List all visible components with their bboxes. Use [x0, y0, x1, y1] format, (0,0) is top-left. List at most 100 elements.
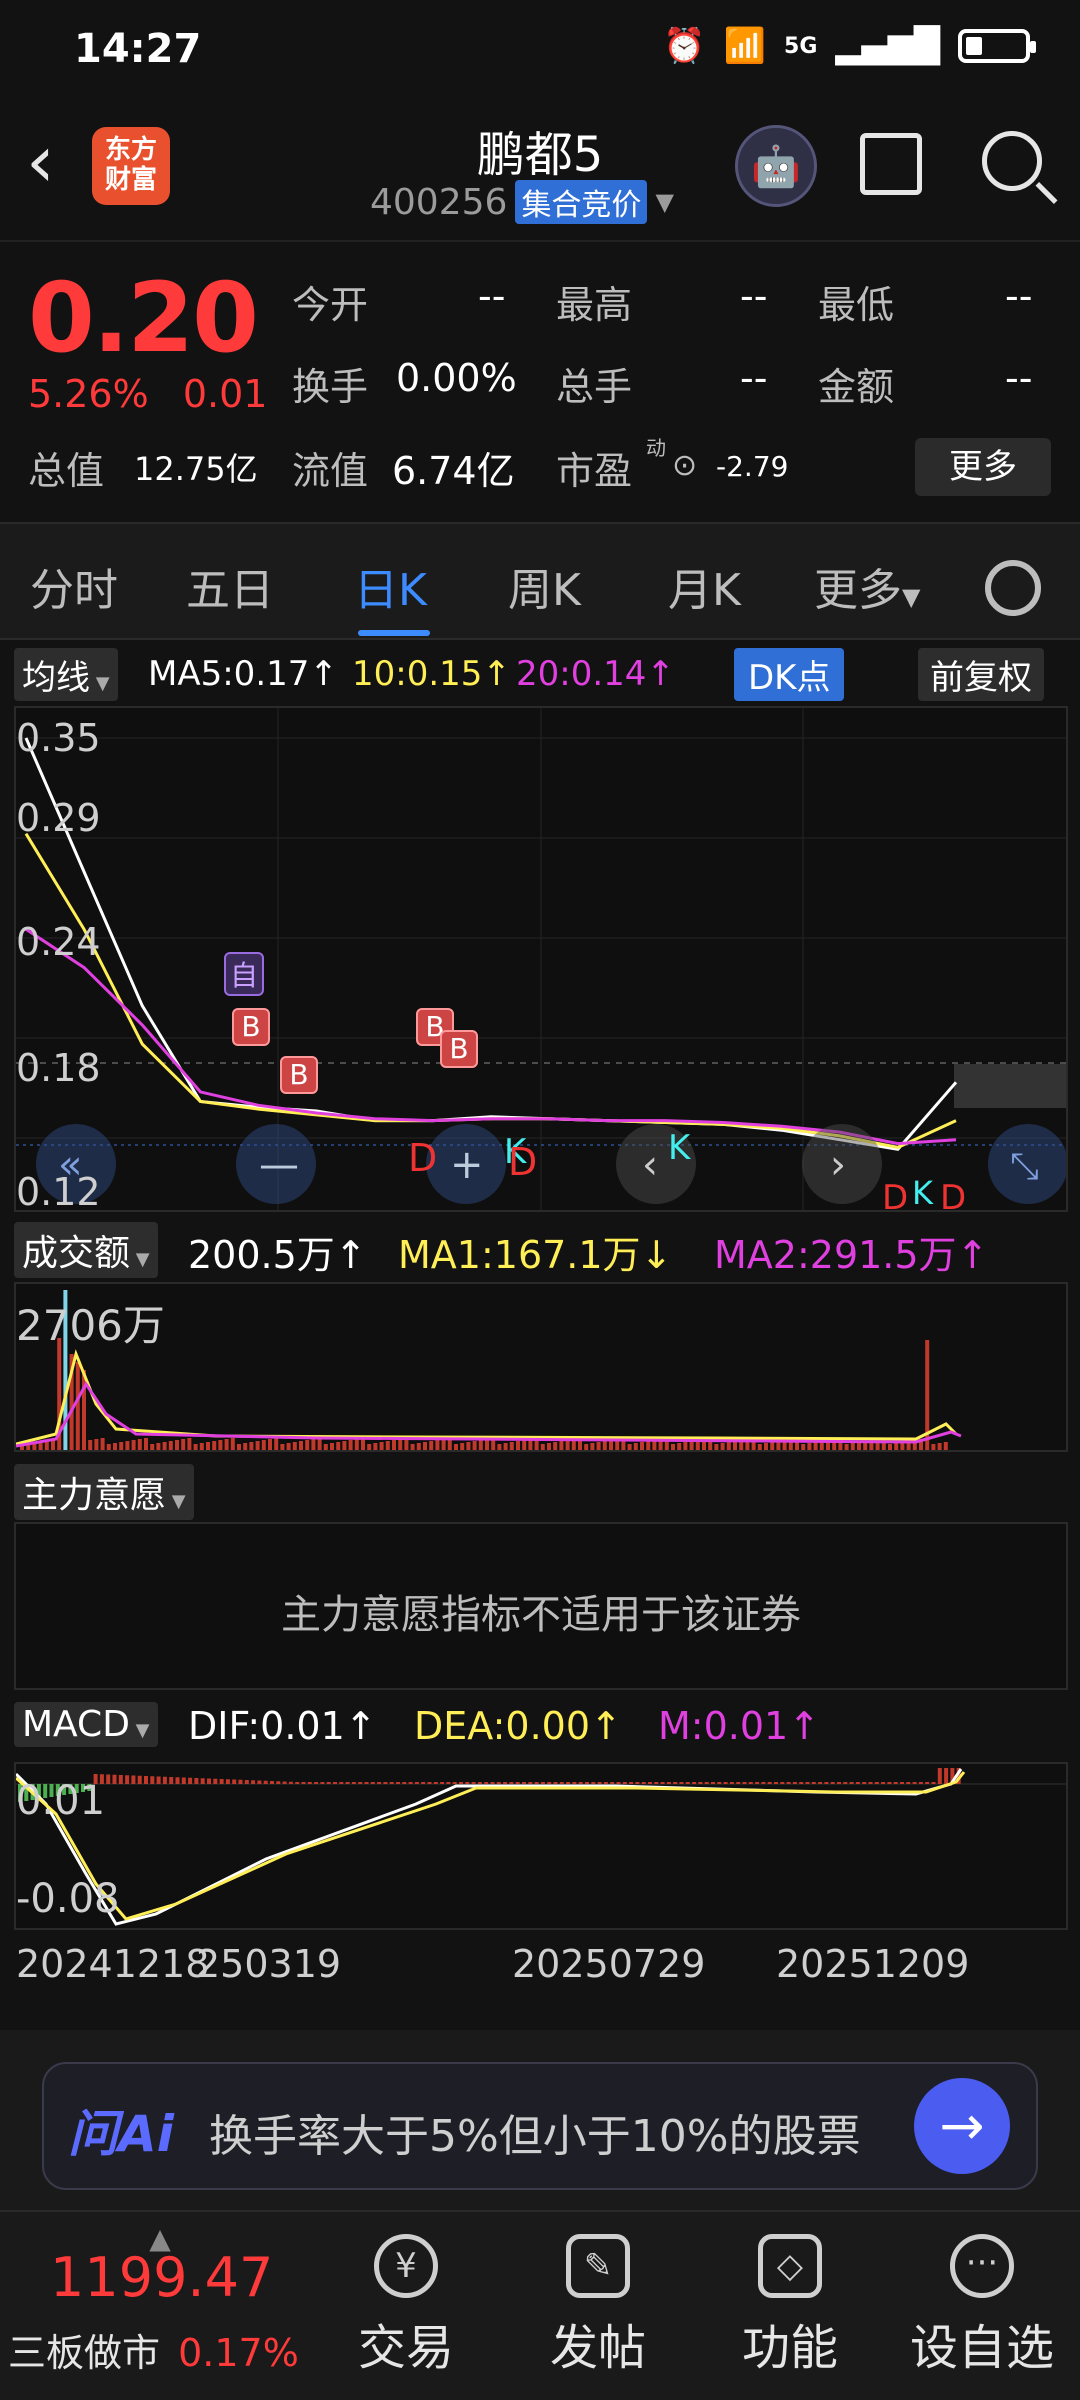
macd-bar	[874, 1782, 879, 1784]
search-icon[interactable]	[982, 131, 1042, 191]
volume-bar	[671, 1444, 675, 1450]
info-circle-icon[interactable]: ⊙	[672, 448, 697, 483]
index-name: 三板做市	[8, 2331, 161, 2375]
volume-bar	[683, 1442, 688, 1450]
volume-bar	[553, 1442, 558, 1450]
macd-bar	[887, 1782, 892, 1784]
buy-marker[interactable]: B	[440, 1030, 478, 1068]
macd-bar	[900, 1782, 904, 1784]
ai-bar-wrap: 问Ai 换手率大于5%但小于10%的股票 →	[0, 2030, 1080, 2210]
volume-bar	[472, 1441, 477, 1450]
macd-bar	[685, 1782, 690, 1784]
macd-bar	[585, 1782, 589, 1784]
macd-bar	[729, 1782, 734, 1784]
nav-trade[interactable]: ¥ 交易	[316, 2234, 496, 2378]
intent-selector[interactable]: 主力意愿 ▼	[14, 1464, 194, 1520]
volume-bar	[280, 1444, 285, 1450]
tab-weekly-k[interactable]: 周K	[508, 554, 581, 618]
nav-functions-label: 功能	[741, 2320, 838, 2376]
more-button[interactable]: 更多	[915, 438, 1051, 496]
macd-bar	[125, 1775, 130, 1784]
tab-monthly-k[interactable]: 月K	[668, 554, 741, 618]
gear-icon[interactable]	[985, 560, 1041, 616]
float-label: 流值	[292, 449, 369, 493]
adjust-button[interactable]: 前复权	[918, 648, 1044, 701]
macd-bar	[238, 1779, 243, 1784]
more-dots-icon: ···	[950, 2234, 1014, 2298]
volume-selector[interactable]: 成交额 ▼	[14, 1222, 158, 1278]
volume-svg	[16, 1290, 962, 1450]
nav-post[interactable]: ✎ 发帖	[508, 2234, 688, 2378]
macd-bar	[654, 1782, 659, 1784]
ai-query-bar[interactable]: 问Ai 换手率大于5%但小于10%的股票 →	[42, 2062, 1038, 2190]
macd-bar	[150, 1776, 155, 1784]
tab-more[interactable]: 更多▼	[814, 554, 920, 618]
edit-icon: ✎	[566, 2234, 630, 2298]
volume-bar	[646, 1441, 651, 1450]
macd-bar	[396, 1782, 400, 1784]
low-value: --	[1005, 274, 1033, 318]
share-icon[interactable]	[860, 133, 922, 195]
index-ticker[interactable]: ▲ 1199.47 三板做市 0.17%	[0, 2222, 320, 2375]
buy-marker[interactable]: B	[232, 1008, 270, 1046]
volume-bar	[323, 1444, 328, 1450]
macd-bar	[881, 1782, 886, 1784]
macd-bar	[566, 1782, 571, 1784]
dea-line	[16, 1771, 966, 1921]
macd-bar	[711, 1782, 715, 1784]
chevron-left-icon: ‹	[642, 1142, 658, 1188]
robot-assistant-icon[interactable]: 🤖	[735, 125, 817, 207]
volume-bar	[609, 1440, 613, 1450]
self-select-marker[interactable]: 自	[224, 952, 264, 996]
volume-bar	[807, 1443, 812, 1450]
volume-bar	[857, 1442, 861, 1450]
stock-code-row[interactable]: 400256 集合竞价 ▼	[370, 180, 674, 224]
volume-bar	[75, 1362, 80, 1450]
kline-chart[interactable]: « — + ‹ › ⤡ 0.35 0.29 0.24 0.18 0.12 自 B…	[14, 706, 1068, 1218]
macd-bar	[673, 1782, 678, 1784]
period-tabs: 分时 五日 日K 周K 月K 更多▼	[0, 522, 1080, 640]
high-value: --	[740, 274, 768, 318]
macd-bar	[162, 1776, 167, 1784]
macd-selector[interactable]: MACD ▼	[14, 1702, 158, 1747]
macd-bar	[559, 1782, 564, 1784]
plus-icon: +	[450, 1142, 484, 1188]
buy-marker[interactable]: B	[280, 1056, 318, 1094]
tab-five-day[interactable]: 五日	[186, 554, 274, 618]
volume-ma1: MA1:167.1万↓	[398, 1233, 673, 1277]
k-signal-marker: K	[912, 1174, 933, 1212]
ma-selector[interactable]: 均线 ▼	[14, 648, 118, 701]
volume-bar	[466, 1442, 471, 1450]
macd-bar	[679, 1782, 684, 1784]
tab-intraday[interactable]: 分时	[30, 554, 118, 618]
macd-bar	[112, 1774, 117, 1784]
price-change: 5.26% 0.01	[28, 372, 267, 416]
volume-bar	[162, 1442, 167, 1450]
macd-bar	[307, 1782, 312, 1784]
ma20-value: 20:0.14↑	[516, 654, 675, 694]
nav-watchlist[interactable]: ··· 设自选	[892, 2234, 1072, 2378]
volume-bar	[416, 1443, 421, 1450]
volume-chart[interactable]: 2706万	[14, 1282, 1068, 1452]
nav-functions[interactable]: ◇ 功能	[700, 2234, 880, 2378]
arrow-right-icon[interactable]: →	[914, 2078, 1010, 2174]
y-axis-label-3: 0.24	[16, 920, 101, 964]
macd-bar	[925, 1782, 930, 1784]
intent-selector-label: 主力意愿	[22, 1475, 167, 1516]
volume-bar	[106, 1444, 111, 1450]
chevron-down-icon: ▼	[655, 188, 674, 216]
auction-badge: 集合竞价	[515, 180, 648, 224]
dk-button[interactable]: DK点	[734, 648, 845, 701]
volume-axis-max: 2706万	[16, 1301, 165, 1350]
volume-bar	[385, 1441, 390, 1450]
macd-bar	[175, 1777, 180, 1784]
macd-bar	[660, 1782, 665, 1784]
date-label: 20250729	[512, 1942, 706, 1986]
volume-bar	[199, 1443, 204, 1450]
macd-chart[interactable]: 0.01 -0.08	[14, 1762, 1068, 1930]
tab-daily-k[interactable]: 日K	[354, 554, 427, 618]
y-axis-label-1: 0.35	[16, 716, 101, 760]
macd-bar	[270, 1781, 274, 1784]
volume-bar	[212, 1441, 217, 1450]
macd-bar	[723, 1782, 728, 1784]
